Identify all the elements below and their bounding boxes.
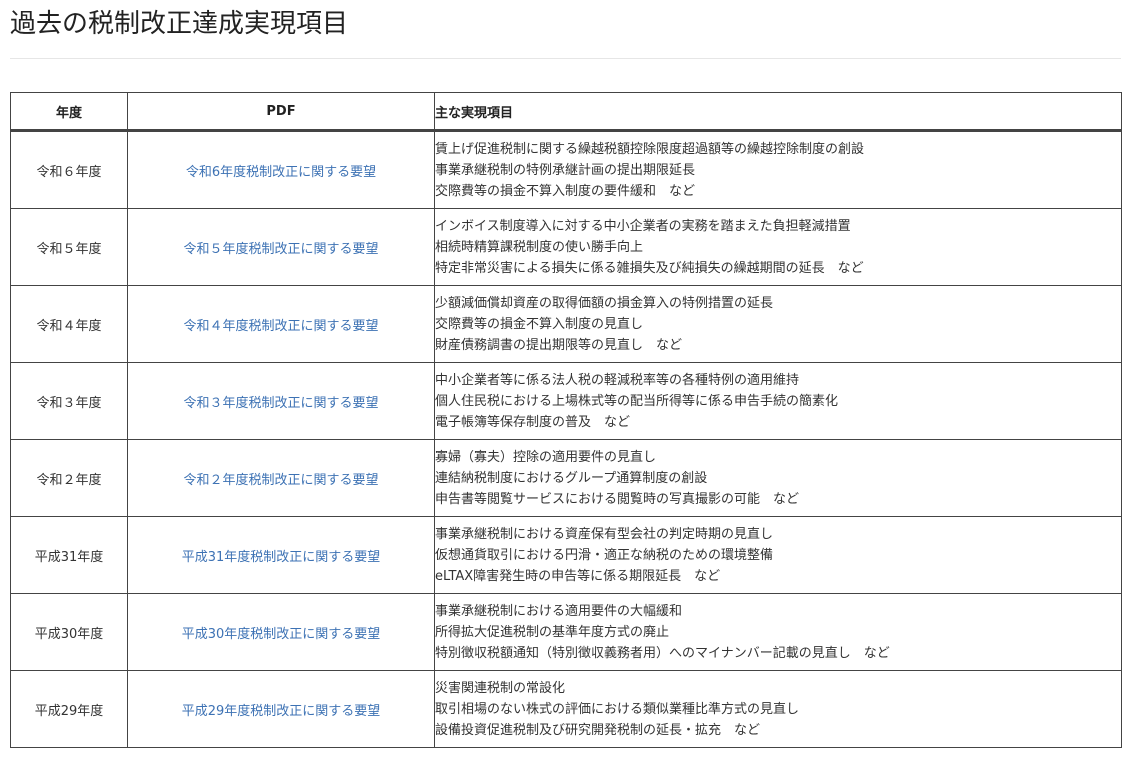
pdf-cell: 令和５年度税制改正に関する要望 bbox=[127, 208, 435, 286]
table-row: 令和６年度 令和6年度税制改正に関する要望 賃上げ促進税制に関する繰越税額控除限… bbox=[10, 130, 1122, 209]
pdf-cell: 平成30年度税制改正に関する要望 bbox=[127, 593, 435, 671]
year-cell: 平成31年度 bbox=[10, 516, 128, 594]
pdf-link[interactable]: 令和３年度税制改正に関する要望 bbox=[183, 396, 378, 411]
list-item: 交際費等の損金不算入制度の見直し bbox=[435, 316, 644, 332]
items-cell: インボイス制度導入に対する中小企業者の実務を踏まえた負担軽減措置 相続時精算課税… bbox=[434, 208, 1122, 286]
list-item: 少額減価償却資産の取得価額の損金算入の特例措置の延長 bbox=[435, 295, 774, 311]
list-item: 取引相場のない株式の評価における類似業種比準方式の見直し bbox=[435, 701, 800, 717]
table-row: 令和４年度 令和４年度税制改正に関する要望 少額減価償却資産の取得価額の損金算入… bbox=[10, 285, 1122, 363]
year-cell: 令和２年度 bbox=[10, 439, 128, 517]
items-cell: 賃上げ促進税制に関する繰越税額控除限度超過額等の繰越控除制度の創設 事業承継税制… bbox=[434, 130, 1122, 209]
table-row: 平成31年度 平成31年度税制改正に関する要望 事業承継税制における資産保有型会… bbox=[10, 516, 1122, 594]
pdf-link[interactable]: 平成29年度税制改正に関する要望 bbox=[182, 704, 381, 719]
pdf-link[interactable]: 令和２年度税制改正に関する要望 bbox=[183, 473, 378, 488]
pdf-cell: 令和３年度税制改正に関する要望 bbox=[127, 362, 435, 440]
list-item: 所得拡大促進税制の基準年度方式の廃止 bbox=[435, 624, 670, 640]
list-item: 設備投資促進税制及び研究開発税制の延長・拡充 など bbox=[435, 722, 761, 738]
list-item: 申告書等閲覧サービスにおける閲覧時の写真撮影の可能 など bbox=[435, 491, 800, 507]
list-item: 寡婦（寡夫）控除の適用要件の見直し bbox=[435, 449, 657, 465]
pdf-link[interactable]: 令和４年度税制改正に関する要望 bbox=[183, 319, 378, 334]
table-row: 令和３年度 令和３年度税制改正に関する要望 中小企業者等に係る法人税の軽減税率等… bbox=[10, 362, 1122, 440]
page-title: 過去の税制改正達成実現項目 bbox=[10, 9, 349, 39]
header-items: 主な実現項目 bbox=[434, 92, 1122, 132]
pdf-cell: 令和４年度税制改正に関する要望 bbox=[127, 285, 435, 363]
items-cell: 事業承継税制における資産保有型会社の判定時期の見直し 仮想通貨取引における円滑・… bbox=[434, 516, 1122, 594]
list-item: インボイス制度導入に対する中小企業者の実務を踏まえた負担軽減措置 bbox=[435, 218, 851, 234]
list-item: 事業承継税制の特例承継計画の提出期限延長 bbox=[435, 162, 696, 178]
pdf-link[interactable]: 平成31年度税制改正に関する要望 bbox=[182, 550, 381, 565]
table-row: 平成30年度 平成30年度税制改正に関する要望 事業承継税制における適用要件の大… bbox=[10, 593, 1122, 671]
pdf-link[interactable]: 令和6年度税制改正に関する要望 bbox=[186, 165, 376, 180]
table-header-row: 年度 PDF 主な実現項目 bbox=[10, 92, 1122, 132]
items-cell: 少額減価償却資産の取得価額の損金算入の特例措置の延長 交際費等の損金不算入制度の… bbox=[434, 285, 1122, 363]
year-cell: 令和４年度 bbox=[10, 285, 128, 363]
pdf-cell: 平成29年度税制改正に関する要望 bbox=[127, 670, 435, 748]
table-row: 令和２年度 令和２年度税制改正に関する要望 寡婦（寡夫）控除の適用要件の見直し … bbox=[10, 439, 1122, 517]
items-cell: 寡婦（寡夫）控除の適用要件の見直し 連結納税制度におけるグループ通算制度の創設 … bbox=[434, 439, 1122, 517]
year-cell: 令和６年度 bbox=[10, 130, 128, 209]
pdf-link[interactable]: 平成30年度税制改正に関する要望 bbox=[182, 627, 381, 642]
title-divider bbox=[10, 58, 1121, 59]
list-item: 事業承継税制における適用要件の大幅緩和 bbox=[435, 603, 683, 619]
list-item: 仮想通貨取引における円滑・適正な納税のための環境整備 bbox=[435, 547, 774, 563]
header-pdf: PDF bbox=[127, 92, 435, 132]
achievements-table: 年度 PDF 主な実現項目 令和６年度 令和6年度税制改正に関する要望 賃上げ促… bbox=[10, 92, 1122, 748]
pdf-link[interactable]: 令和５年度税制改正に関する要望 bbox=[183, 242, 378, 257]
list-item: 中小企業者等に係る法人税の軽減税率等の各種特例の適用維持 bbox=[435, 372, 800, 388]
list-item: 特別徴収税額通知（特別徴収義務者用）へのマイナンバー記載の見直し など bbox=[435, 645, 890, 661]
year-cell: 平成29年度 bbox=[10, 670, 128, 748]
list-item: 電子帳簿等保存制度の普及 など bbox=[435, 414, 631, 430]
pdf-cell: 平成31年度税制改正に関する要望 bbox=[127, 516, 435, 594]
table-row: 令和５年度 令和５年度税制改正に関する要望 インボイス制度導入に対する中小企業者… bbox=[10, 208, 1122, 286]
list-item: 事業承継税制における資産保有型会社の判定時期の見直し bbox=[435, 526, 774, 542]
list-item: 財産債務調書の提出期限等の見直し など bbox=[435, 337, 683, 353]
list-item: eLTAX障害発生時の申告等に係る期限延長 など bbox=[435, 568, 721, 584]
header-year: 年度 bbox=[10, 92, 128, 132]
table-row: 平成29年度 平成29年度税制改正に関する要望 災害関連税制の常設化 取引相場の… bbox=[10, 670, 1122, 748]
list-item: 賃上げ促進税制に関する繰越税額控除限度超過額等の繰越控除制度の創設 bbox=[435, 141, 865, 157]
items-cell: 事業承継税制における適用要件の大幅緩和 所得拡大促進税制の基準年度方式の廃止 特… bbox=[434, 593, 1122, 671]
items-cell: 中小企業者等に係る法人税の軽減税率等の各種特例の適用維持 個人住民税における上場… bbox=[434, 362, 1122, 440]
list-item: 特定非常災害による損失に係る雑損失及び純損失の繰越期間の延長 など bbox=[435, 260, 864, 276]
year-cell: 令和３年度 bbox=[10, 362, 128, 440]
list-item: 相続時精算課税制度の使い勝手向上 bbox=[435, 239, 644, 255]
year-cell: 令和５年度 bbox=[10, 208, 128, 286]
pdf-cell: 令和２年度税制改正に関する要望 bbox=[127, 439, 435, 517]
list-item: 災害関連税制の常設化 bbox=[435, 680, 566, 696]
pdf-cell: 令和6年度税制改正に関する要望 bbox=[127, 130, 435, 209]
items-cell: 災害関連税制の常設化 取引相場のない株式の評価における類似業種比準方式の見直し … bbox=[434, 670, 1122, 748]
year-cell: 平成30年度 bbox=[10, 593, 128, 671]
list-item: 個人住民税における上場株式等の配当所得等に係る申告手続の簡素化 bbox=[435, 393, 839, 409]
list-item: 連結納税制度におけるグループ通算制度の創設 bbox=[435, 470, 708, 486]
list-item: 交際費等の損金不算入制度の要件緩和 など bbox=[435, 183, 696, 199]
